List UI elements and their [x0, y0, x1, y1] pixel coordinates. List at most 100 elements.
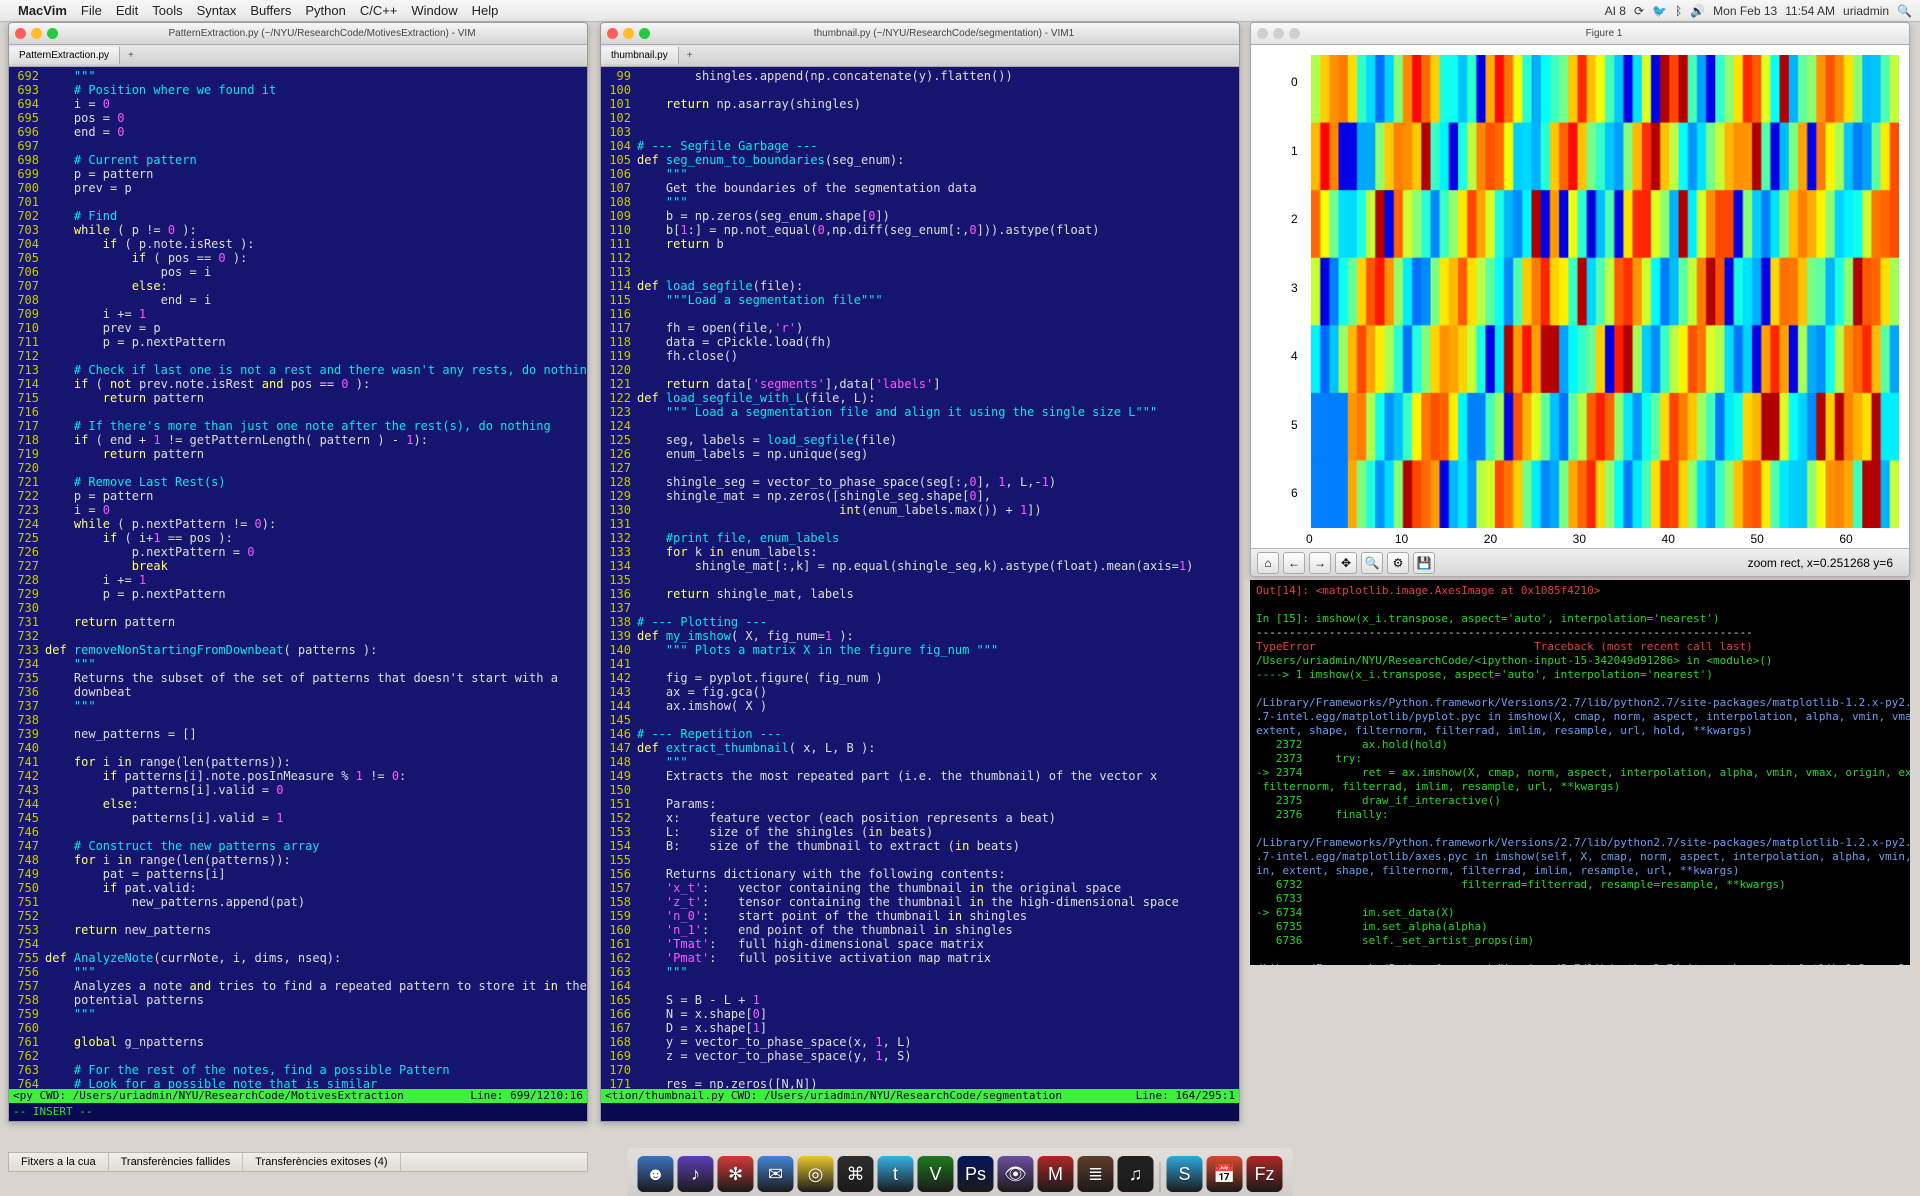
- xtick: 50: [1750, 532, 1763, 546]
- mode-line-left: -- INSERT --: [9, 1103, 587, 1121]
- figure-toolbar: ⌂←→✥🔍⚙💾 zoom rect, x=0.251268 y=6: [1251, 548, 1909, 576]
- ipython-terminal[interactable]: Out[14]: <matplotlib.image.AxesImage at …: [1250, 580, 1910, 965]
- ytick: 1: [1291, 144, 1298, 158]
- status-line-right: Line: 164/295:1: [1136, 1089, 1235, 1103]
- mendeley-icon[interactable]: M: [1038, 1156, 1074, 1192]
- tab-add-icon[interactable]: +: [679, 47, 701, 64]
- status-line-left: Line: 699/1210:16: [470, 1089, 583, 1103]
- finder-icon[interactable]: ☻: [638, 1156, 674, 1192]
- minimize-icon[interactable]: [623, 28, 634, 39]
- xtick: 0: [1306, 532, 1313, 546]
- menu-tools[interactable]: Tools: [152, 3, 182, 18]
- tabbar-right: thumbnail.py +: [601, 45, 1239, 67]
- calendar-icon[interactable]: 📅: [1207, 1156, 1243, 1192]
- tabbar-left: PatternExtraction.py +: [9, 45, 587, 67]
- ytick: 6: [1291, 486, 1298, 500]
- titlebar-left[interactable]: PatternExtraction.py (~/NYU/ResearchCode…: [9, 23, 587, 45]
- dropbox-icon[interactable]: ⟳: [1634, 4, 1644, 18]
- save-icon[interactable]: 💾: [1413, 552, 1435, 574]
- mail-icon[interactable]: ✉: [758, 1156, 794, 1192]
- tab-thumbnail[interactable]: thumbnail.py: [601, 47, 679, 64]
- vim-window-right: thumbnail.py (~/NYU/ResearchCode/segment…: [600, 22, 1240, 1122]
- dock: ☻♪✻✉◎⌘tVPs👁M≣♫ S📅Fz: [628, 1148, 1293, 1196]
- tab-patternextraction[interactable]: PatternExtraction.py: [9, 47, 120, 64]
- preview-icon[interactable]: 👁: [998, 1156, 1034, 1192]
- menu-python[interactable]: Python: [305, 3, 345, 18]
- itunes-icon[interactable]: ♪: [678, 1156, 714, 1192]
- window-title-left: PatternExtraction.py (~/NYU/ResearchCode…: [63, 28, 581, 39]
- filezilla-icon[interactable]: Fz: [1247, 1156, 1283, 1192]
- close-icon[interactable]: [15, 28, 26, 39]
- ytick: 2: [1291, 212, 1298, 226]
- statusbar-right: <tion/thumbnail.py CWD: /Users/uriadmin/…: [601, 1089, 1239, 1103]
- forward-icon[interactable]: →: [1309, 552, 1331, 574]
- twitter-icon[interactable]: t: [878, 1156, 914, 1192]
- twitter-icon[interactable]: 🐦: [1652, 4, 1667, 18]
- xtick: 60: [1839, 532, 1852, 546]
- close-icon[interactable]: [1257, 28, 1268, 39]
- figure-window: Figure 1 01234560102030405060 ⌂←→✥🔍⚙💾 zo…: [1250, 22, 1910, 577]
- ytick: 0: [1291, 75, 1298, 89]
- configure-icon[interactable]: ⚙: [1387, 552, 1409, 574]
- mixxx-icon[interactable]: ♫: [1118, 1156, 1154, 1192]
- status-path-right: <tion/thumbnail.py CWD: /Users/uriadmin/…: [605, 1089, 1062, 1103]
- zoom-icon[interactable]: [1289, 28, 1300, 39]
- titlebar-right[interactable]: thumbnail.py (~/NYU/ResearchCode/segment…: [601, 23, 1239, 45]
- menu-buffers[interactable]: Buffers: [250, 3, 291, 18]
- window-title-right: thumbnail.py (~/NYU/ResearchCode/segment…: [655, 28, 1233, 39]
- ytick: 3: [1291, 281, 1298, 295]
- xtick: 20: [1484, 532, 1497, 546]
- safari-icon[interactable]: ✻: [718, 1156, 754, 1192]
- menu-help[interactable]: Help: [472, 3, 499, 18]
- menu-syntax[interactable]: Syntax: [197, 3, 237, 18]
- photoshop-icon[interactable]: Ps: [958, 1156, 994, 1192]
- terminal-icon[interactable]: ⌘: [838, 1156, 874, 1192]
- menu-ccpp[interactable]: C/C++: [360, 3, 398, 18]
- menubar: MacVim File Edit Tools Syntax Buffers Py…: [0, 0, 1920, 22]
- system-tray: AI 8 ⟳ 🐦 ᛒ 🔊 Mon Feb 13 11:54 AM uriadmi…: [1605, 4, 1912, 18]
- papers-icon[interactable]: ≣: [1078, 1156, 1114, 1192]
- vim-window-left: PatternExtraction.py (~/NYU/ResearchCode…: [8, 22, 588, 1122]
- transfer-tab-queue[interactable]: Fitxers a la cua: [9, 1153, 109, 1171]
- menu-window[interactable]: Window: [411, 3, 457, 18]
- statusbar-left: <py CWD: /Users/uriadmin/NYU/ResearchCod…: [9, 1089, 587, 1103]
- clock-date[interactable]: Mon Feb 13: [1713, 4, 1777, 18]
- figure-canvas-area[interactable]: 01234560102030405060: [1251, 45, 1909, 548]
- zoom-icon[interactable]: 🔍: [1361, 552, 1383, 574]
- spotlight-icon[interactable]: 🔍: [1897, 4, 1912, 18]
- code-editor-right[interactable]: 99 shingles.append(np.concatenate(y).fla…: [601, 67, 1239, 1105]
- home-icon[interactable]: ⌂: [1257, 552, 1279, 574]
- clock-time[interactable]: 11:54 AM: [1785, 4, 1835, 18]
- transfer-tabs: Fitxers a la cua Transferències fallides…: [8, 1152, 588, 1172]
- close-icon[interactable]: [607, 28, 618, 39]
- vim-mode: -- INSERT --: [13, 1105, 92, 1118]
- app-name[interactable]: MacVim: [18, 3, 67, 18]
- status-path-left: <py CWD: /Users/uriadmin/NYU/ResearchCod…: [13, 1089, 404, 1103]
- user-name[interactable]: uriadmin: [1843, 4, 1889, 18]
- figure-titlebar[interactable]: Figure 1: [1251, 23, 1909, 45]
- xtick: 30: [1573, 532, 1586, 546]
- adobe-badge[interactable]: AI 8: [1605, 4, 1626, 18]
- menu-edit[interactable]: Edit: [116, 3, 138, 18]
- vim-icon[interactable]: V: [918, 1156, 954, 1192]
- transfer-tab-success[interactable]: Transferències exitoses (4): [243, 1153, 400, 1171]
- bluetooth-icon[interactable]: ᛒ: [1675, 4, 1682, 18]
- minimize-icon[interactable]: [1273, 28, 1284, 39]
- volume-icon[interactable]: 🔊: [1690, 4, 1705, 18]
- heatmap-canvas[interactable]: [1311, 55, 1899, 528]
- xtick: 40: [1662, 532, 1675, 546]
- mode-line-right: [601, 1103, 1239, 1121]
- transfer-tab-failed[interactable]: Transferències fallides: [109, 1153, 244, 1171]
- chrome-icon[interactable]: ◎: [798, 1156, 834, 1192]
- minimize-icon[interactable]: [31, 28, 42, 39]
- figure-title: Figure 1: [1305, 28, 1903, 39]
- skype-icon[interactable]: S: [1167, 1156, 1203, 1192]
- back-icon[interactable]: ←: [1283, 552, 1305, 574]
- tab-add-icon[interactable]: +: [120, 47, 142, 64]
- code-editor-left[interactable]: 692 """ 693 # Position where we found it…: [9, 67, 587, 1105]
- zoom-icon[interactable]: [47, 28, 58, 39]
- pan-icon[interactable]: ✥: [1335, 552, 1357, 574]
- ytick: 5: [1291, 418, 1298, 432]
- zoom-icon[interactable]: [639, 28, 650, 39]
- menu-file[interactable]: File: [81, 3, 102, 18]
